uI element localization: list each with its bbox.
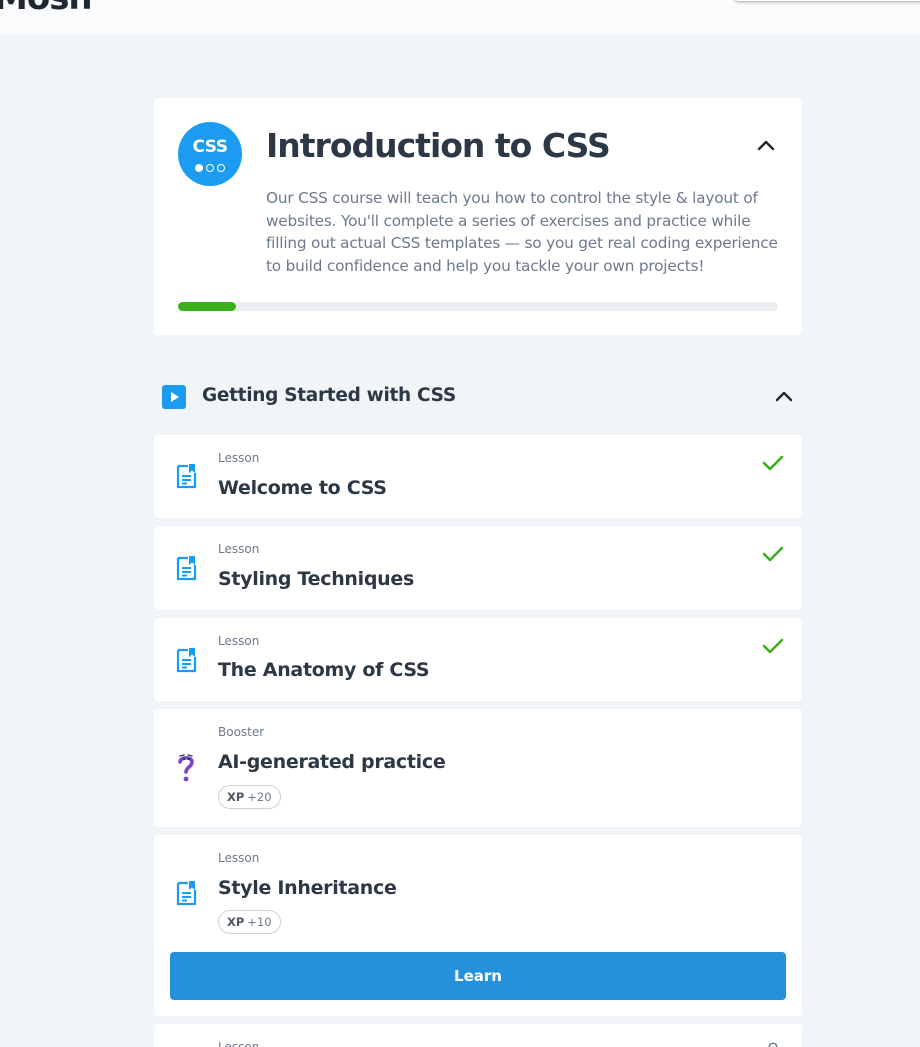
- completed-check-icon: [762, 455, 784, 471]
- lesson-type-label: Lesson: [218, 1040, 260, 1047]
- lesson-type-label: Lesson: [218, 634, 260, 648]
- document-icon: [176, 648, 197, 673]
- course-logo-text: CSS: [192, 137, 228, 157]
- section-play-icon: [162, 385, 186, 409]
- lesson-item-style-inheritance[interactable]: Lesson Style Inheritance XP +10 Learn: [154, 835, 802, 1016]
- lesson-item-anatomy-of-css[interactable]: Lesson The Anatomy of CSS: [154, 618, 802, 701]
- logo-dot-filled: [195, 164, 203, 172]
- xp-label: XP: [227, 790, 245, 804]
- lesson-title: AI-generated practice: [218, 751, 446, 773]
- course-progress-bar: [178, 302, 778, 311]
- top-dropdown-edge: [735, 0, 920, 1]
- site-logo[interactable]: Mosh: [0, 0, 93, 18]
- booster-item-ai-practice[interactable]: Booster AI-generated practice XP +20: [154, 709, 802, 827]
- lesson-title: The Anatomy of CSS: [218, 659, 430, 681]
- lesson-type-label: Booster: [218, 725, 265, 739]
- course-logo-dots: [195, 164, 227, 174]
- lesson-type-label: Lesson: [218, 542, 260, 556]
- lesson-title: Styling Techniques: [218, 568, 414, 590]
- lesson-title: Welcome to CSS: [218, 477, 387, 499]
- xp-badge: XP +20: [218, 785, 281, 809]
- learn-button[interactable]: Learn: [170, 952, 786, 1000]
- course-card: CSS Introduction to CSS Our CSS course w…: [154, 98, 802, 335]
- xp-badge: XP +10: [218, 910, 281, 934]
- course-description: Our CSS course will teach you how to con…: [266, 189, 778, 275]
- section-collapse-chevron-icon[interactable]: [775, 387, 793, 405]
- document-icon: [176, 881, 197, 906]
- lesson-type-label: Lesson: [218, 451, 260, 465]
- lesson-title: Style Inheritance: [218, 877, 397, 899]
- top-bar: Mosh: [0, 0, 920, 34]
- logo-dot: [217, 164, 225, 172]
- document-icon: [176, 556, 197, 581]
- completed-check-icon: [762, 546, 784, 562]
- lock-icon: [768, 1042, 778, 1047]
- lesson-item-welcome-to-css[interactable]: Lesson Welcome to CSS: [154, 435, 802, 518]
- course-title: Introduction to CSS: [266, 126, 611, 165]
- logo-dot: [206, 164, 214, 172]
- xp-value: +10: [247, 915, 272, 929]
- course-progress-fill: [178, 302, 237, 311]
- completed-check-icon: [762, 638, 784, 654]
- lesson-item-locked[interactable]: Lesson: [154, 1024, 802, 1047]
- xp-value: +20: [247, 790, 272, 804]
- question-mark-icon: [178, 754, 194, 782]
- collapse-chevron-up-icon[interactable]: [757, 136, 775, 154]
- section-title: Getting Started with CSS: [202, 385, 456, 406]
- lesson-item-styling-techniques[interactable]: Lesson Styling Techniques: [154, 526, 802, 610]
- lesson-type-label: Lesson: [218, 851, 260, 865]
- css-course-logo: CSS: [178, 122, 242, 186]
- document-icon: [176, 464, 197, 489]
- xp-label: XP: [227, 915, 245, 929]
